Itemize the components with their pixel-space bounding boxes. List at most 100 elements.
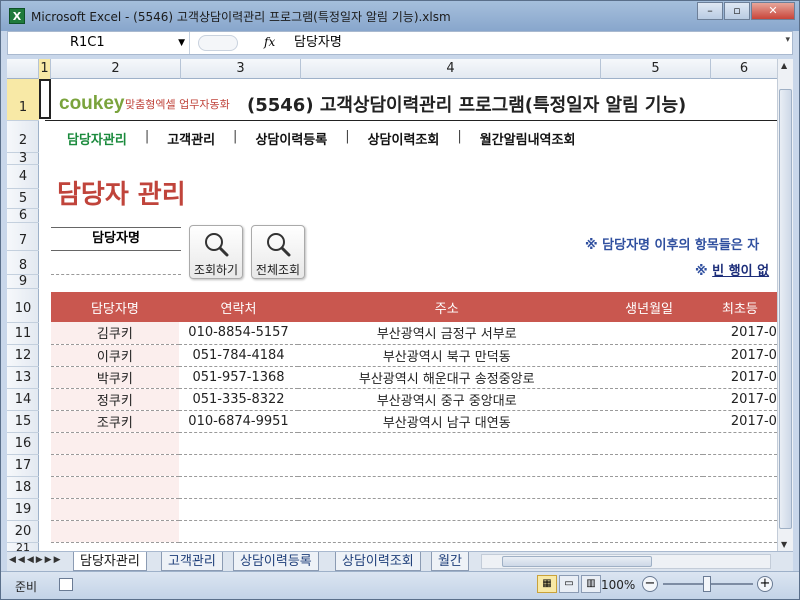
nav-item-monthly-alert[interactable]: 월간알림내역조회	[480, 129, 576, 148]
cell-address[interactable]: 부산광역시 해운대구 송정중앙로	[298, 366, 596, 389]
row-header[interactable]: 5	[7, 189, 39, 209]
cell-address[interactable]	[298, 454, 596, 477]
cell-phone[interactable]: 051-784-4184	[178, 344, 299, 367]
fx-icon[interactable]: fx	[264, 35, 275, 49]
name-box[interactable]: R1C1 ▼	[8, 32, 190, 54]
cell-first[interactable]: 2017-0	[702, 322, 777, 345]
cell-name[interactable]: 조쿠키	[51, 410, 179, 433]
row-header[interactable]: 6	[7, 209, 39, 223]
column-header[interactable]: 4	[301, 59, 601, 79]
cell-address[interactable]: 부산광역시 남구 대연동	[298, 410, 596, 433]
zoom-in-icon[interactable]: +	[757, 576, 773, 592]
cell-name[interactable]	[51, 498, 179, 521]
cell-phone[interactable]	[178, 432, 299, 455]
cell-address[interactable]	[298, 498, 596, 521]
search-all-button[interactable]: 전체조회	[251, 225, 305, 279]
column-header[interactable]: 6	[711, 59, 777, 79]
cell-address[interactable]: 부산광역시 중구 중앙대로	[298, 388, 596, 411]
sheet-tab-consult-search[interactable]: 상담이력조회	[335, 552, 421, 571]
cell-phone[interactable]: 010-8854-5157	[178, 322, 299, 345]
zoom-level[interactable]: 100%	[601, 578, 635, 592]
macro-record-icon[interactable]	[59, 578, 73, 591]
cell-birth[interactable]	[595, 520, 703, 543]
cell-phone[interactable]: 051-335-8322	[178, 388, 299, 411]
worksheet[interactable]: coukey 맞춤형엑셀 업무자동화 (5546) 고객상담이력관리 프로그램(…	[39, 79, 777, 551]
cell-birth[interactable]	[595, 322, 703, 345]
cell-birth[interactable]	[595, 388, 703, 411]
row-header[interactable]: 20	[7, 521, 39, 543]
zoom-slider-thumb[interactable]	[703, 576, 711, 592]
cell-birth[interactable]	[595, 454, 703, 477]
cell-name[interactable]	[51, 454, 179, 477]
close-button[interactable]: ✕	[751, 2, 795, 20]
zoom-out-icon[interactable]: −	[642, 576, 658, 592]
cell-name[interactable]: 김쿠키	[51, 322, 179, 345]
scroll-down-icon[interactable]: ▼	[781, 540, 787, 549]
cell-address[interactable]	[298, 432, 596, 455]
row-header[interactable]: 10	[7, 289, 39, 323]
cell-phone[interactable]: 051-957-1368	[178, 366, 299, 389]
nav-item-consult-register[interactable]: 상담이력등록	[255, 129, 327, 148]
scroll-up-icon[interactable]: ▲	[781, 61, 787, 70]
cell-birth[interactable]	[595, 476, 703, 499]
row-header[interactable]: 2	[7, 121, 39, 153]
excel-app-icon[interactable]: X	[9, 8, 25, 24]
cell-birth[interactable]	[595, 410, 703, 433]
cell-name[interactable]	[51, 432, 179, 455]
cell-first[interactable]: 2017-0	[702, 388, 777, 411]
cell-address[interactable]	[298, 520, 596, 543]
cell-name[interactable]: 정쿠키	[51, 388, 179, 411]
cell-first[interactable]	[702, 498, 777, 521]
sheet-tab-consult-register[interactable]: 상담이력등록	[233, 552, 319, 571]
sheet-tab-customer[interactable]: 고객관리	[161, 552, 223, 571]
row-header[interactable]: 3	[7, 152, 39, 165]
cell-first[interactable]: 2017-0	[702, 344, 777, 367]
cell-phone[interactable]	[178, 520, 299, 543]
cell-first[interactable]: 2017-0	[702, 410, 777, 433]
row-header[interactable]: 19	[7, 499, 39, 521]
row-header[interactable]: 18	[7, 477, 39, 499]
search-input[interactable]	[51, 253, 181, 275]
cell-birth[interactable]	[595, 366, 703, 389]
minimize-button[interactable]: –	[697, 2, 723, 20]
row-header[interactable]: 9	[7, 275, 39, 289]
cell-phone[interactable]	[178, 498, 299, 521]
row-header[interactable]: 15	[7, 411, 39, 433]
cell-phone[interactable]: 010-6874-9951	[178, 410, 299, 433]
row-header[interactable]: 13	[7, 367, 39, 389]
column-header[interactable]: 3	[181, 59, 301, 79]
active-cell[interactable]	[39, 79, 51, 119]
horizontal-scroll-thumb[interactable]	[502, 556, 652, 567]
column-header[interactable]: 5	[601, 59, 711, 79]
row-header[interactable]: 12	[7, 345, 39, 367]
search-button[interactable]: 조회하기	[189, 225, 243, 279]
cell-first[interactable]	[702, 432, 777, 455]
cell-birth[interactable]	[595, 498, 703, 521]
normal-view-icon[interactable]: ▦	[537, 575, 557, 593]
cell-address[interactable]: 부산광역시 북구 만덕동	[298, 344, 596, 367]
cell-first[interactable]	[702, 476, 777, 499]
tab-scroll-arrows-icon[interactable]: ◀◀◀▶▶▶	[9, 555, 63, 565]
cell-first[interactable]	[702, 520, 777, 543]
nav-item-customer[interactable]: 고객관리	[167, 129, 215, 148]
cell-first[interactable]	[702, 454, 777, 477]
cell-phone[interactable]	[178, 454, 299, 477]
row-header[interactable]: 17	[7, 455, 39, 477]
restore-button[interactable]: ▫	[724, 2, 750, 20]
page-break-view-icon[interactable]: ▥	[581, 575, 601, 593]
row-header[interactable]: 4	[7, 165, 39, 189]
cell-name[interactable]: 이쿠키	[51, 344, 179, 367]
formula-input[interactable]: 담당자명	[294, 32, 342, 54]
cell-name[interactable]	[51, 520, 179, 543]
cell-phone[interactable]	[178, 476, 299, 499]
cell-birth[interactable]	[595, 344, 703, 367]
row-header[interactable]: 14	[7, 389, 39, 411]
chevron-down-icon[interactable]: ▼	[178, 32, 185, 54]
row-header[interactable]: 7	[7, 223, 39, 251]
sheet-tab-monthly[interactable]: 월간	[431, 552, 469, 571]
formula-cancel-enter[interactable]	[198, 35, 238, 51]
horizontal-scrollbar[interactable]	[481, 554, 771, 569]
vertical-scroll-thumb[interactable]	[779, 89, 792, 529]
expand-formula-icon[interactable]: ▾	[785, 35, 790, 45]
row-header[interactable]: 11	[7, 323, 39, 345]
